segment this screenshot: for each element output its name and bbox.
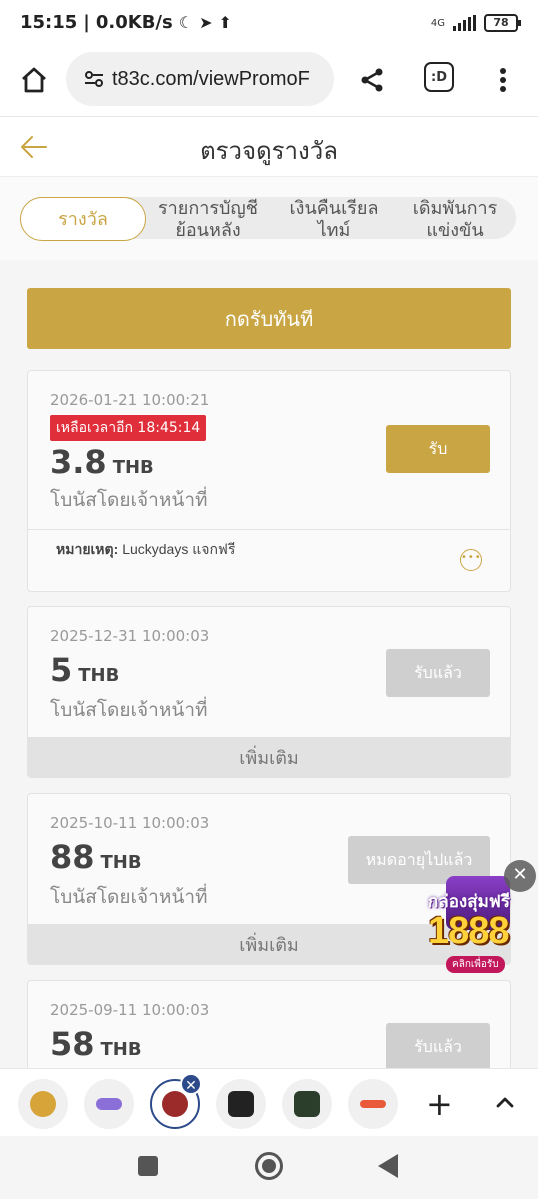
reward-source: โบนัสโดยเจ้าหน้าที่ bbox=[50, 700, 208, 721]
claim-button[interactable]: รับ bbox=[386, 425, 490, 473]
reward-amount: 88 THB bbox=[50, 838, 142, 876]
tab-realtime-cashback[interactable]: เงินคืนเรียลไทม์ bbox=[278, 197, 390, 241]
claim-all-button[interactable]: กดรับทันที bbox=[27, 288, 511, 349]
signal-icon bbox=[453, 15, 476, 31]
close-icon[interactable]: ✕ bbox=[504, 860, 536, 892]
promo-number: 1888 bbox=[428, 910, 510, 952]
address-bar[interactable]: t83c.com/viewPromoF bbox=[66, 52, 334, 106]
reward-date: 2026-01-21 10:00:21 bbox=[50, 391, 210, 409]
browser-toolbar: t83c.com/viewPromoF :D bbox=[0, 48, 538, 116]
site-logo-icon bbox=[96, 1098, 122, 1110]
telegram-icon: ➤ bbox=[199, 13, 213, 32]
moon-icon: ☾ bbox=[178, 13, 194, 32]
back-nav-icon[interactable] bbox=[378, 1154, 398, 1178]
reward-amount: 3.8 THB bbox=[50, 443, 154, 481]
status-time: 15:15 bbox=[20, 12, 78, 33]
tab-thumbnail[interactable] bbox=[84, 1079, 134, 1129]
site-logo-icon bbox=[360, 1100, 386, 1108]
tab-thumbnail[interactable] bbox=[216, 1079, 266, 1129]
upload-icon: ⬆ bbox=[218, 13, 232, 32]
status-bar: 15:15 | 0.0KB/s ☾ ➤ ⬆ 4G 78 bbox=[0, 0, 538, 48]
battery-icon: 78 bbox=[484, 14, 521, 32]
tab-thumbnail[interactable] bbox=[348, 1079, 398, 1129]
site-logo-icon bbox=[294, 1091, 320, 1117]
tab-rewards[interactable]: รางวัล bbox=[20, 197, 146, 241]
reward-tabs: รางวัล รายการบัญชีย้อนหลัง เงินคืนเรียลไ… bbox=[0, 176, 538, 260]
reward-amount: 58 THB bbox=[50, 1025, 142, 1063]
reward-note: หมายเหตุ: Luckydays แจกฟรี bbox=[56, 541, 236, 557]
browser-tab-strip: ✕ + bbox=[0, 1068, 538, 1136]
more-menu-icon[interactable] bbox=[488, 60, 518, 100]
currency: THB bbox=[100, 852, 142, 873]
recents-icon[interactable] bbox=[138, 1156, 158, 1176]
tab-thumbnail[interactable] bbox=[282, 1079, 332, 1129]
chevron-up-icon[interactable] bbox=[494, 1091, 516, 1113]
network-speed: 0.0KB/s bbox=[95, 12, 173, 33]
more-button[interactable]: เพิ่มเติม bbox=[28, 737, 510, 777]
reward-source: โบนัสโดยเจ้าหน้าที่ bbox=[50, 887, 208, 908]
claimed-button[interactable]: รับแล้ว bbox=[386, 1023, 490, 1071]
reward-card: 2025-12-31 10:00:03 5 THB โบนัสโดยเจ้าหน้… bbox=[27, 606, 511, 778]
tab-switcher-button[interactable]: :D bbox=[424, 62, 454, 92]
promo-cta: คลิกเพื่อรับ bbox=[446, 956, 505, 973]
system-nav-bar bbox=[0, 1136, 538, 1199]
tab-match-bets[interactable]: เดิมพันการแข่งขัน bbox=[400, 197, 510, 241]
tab-thumbnail[interactable] bbox=[18, 1079, 68, 1129]
page-title: ตรวจดูรางวัล bbox=[200, 138, 338, 165]
countdown-badge: เหลือเวลาอีก 18:45:14 bbox=[50, 415, 207, 441]
currency: THB bbox=[112, 457, 154, 478]
site-logo-icon bbox=[162, 1091, 188, 1117]
new-tab-icon[interactable]: + bbox=[426, 1085, 453, 1123]
reward-source: โบนัสโดยเจ้าหน้าที่ bbox=[50, 490, 208, 511]
reward-date: 2025-10-11 10:00:03 bbox=[50, 814, 210, 832]
network-type: 4G bbox=[430, 17, 445, 29]
claimed-button[interactable]: รับแล้ว bbox=[386, 649, 490, 697]
reward-card: 2025-09-11 10:00:03 58 THB รับแล้ว bbox=[27, 980, 511, 1080]
more-options-icon[interactable]: ••• bbox=[460, 549, 482, 571]
close-tab-icon[interactable]: ✕ bbox=[180, 1073, 202, 1095]
home-icon[interactable] bbox=[14, 60, 54, 100]
site-logo-icon bbox=[228, 1091, 254, 1117]
url-text[interactable]: t83c.com/viewPromoF bbox=[112, 68, 310, 91]
crown-icon bbox=[30, 1091, 56, 1117]
currency: THB bbox=[100, 1039, 142, 1060]
reward-date: 2025-09-11 10:00:03 bbox=[50, 1001, 210, 1019]
page-header: ตรวจดูรางวัล bbox=[0, 116, 538, 176]
reward-card: 2026-01-21 10:00:21 เหลือเวลาอีก 18:45:1… bbox=[27, 370, 511, 592]
share-icon[interactable] bbox=[352, 60, 392, 100]
site-settings-icon[interactable] bbox=[76, 68, 112, 90]
reward-amount: 5 THB bbox=[50, 651, 120, 689]
battery-level: 78 bbox=[493, 16, 509, 29]
currency: THB bbox=[78, 665, 120, 686]
home-nav-icon[interactable] bbox=[255, 1152, 283, 1180]
floating-promo-banner[interactable]: กล่องสุ่มฟรี 1888 คลิกเพื่อรับ ✕ bbox=[426, 858, 538, 978]
tab-history[interactable]: รายการบัญชีย้อนหลัง bbox=[150, 197, 266, 241]
reward-date: 2025-12-31 10:00:03 bbox=[50, 627, 210, 645]
